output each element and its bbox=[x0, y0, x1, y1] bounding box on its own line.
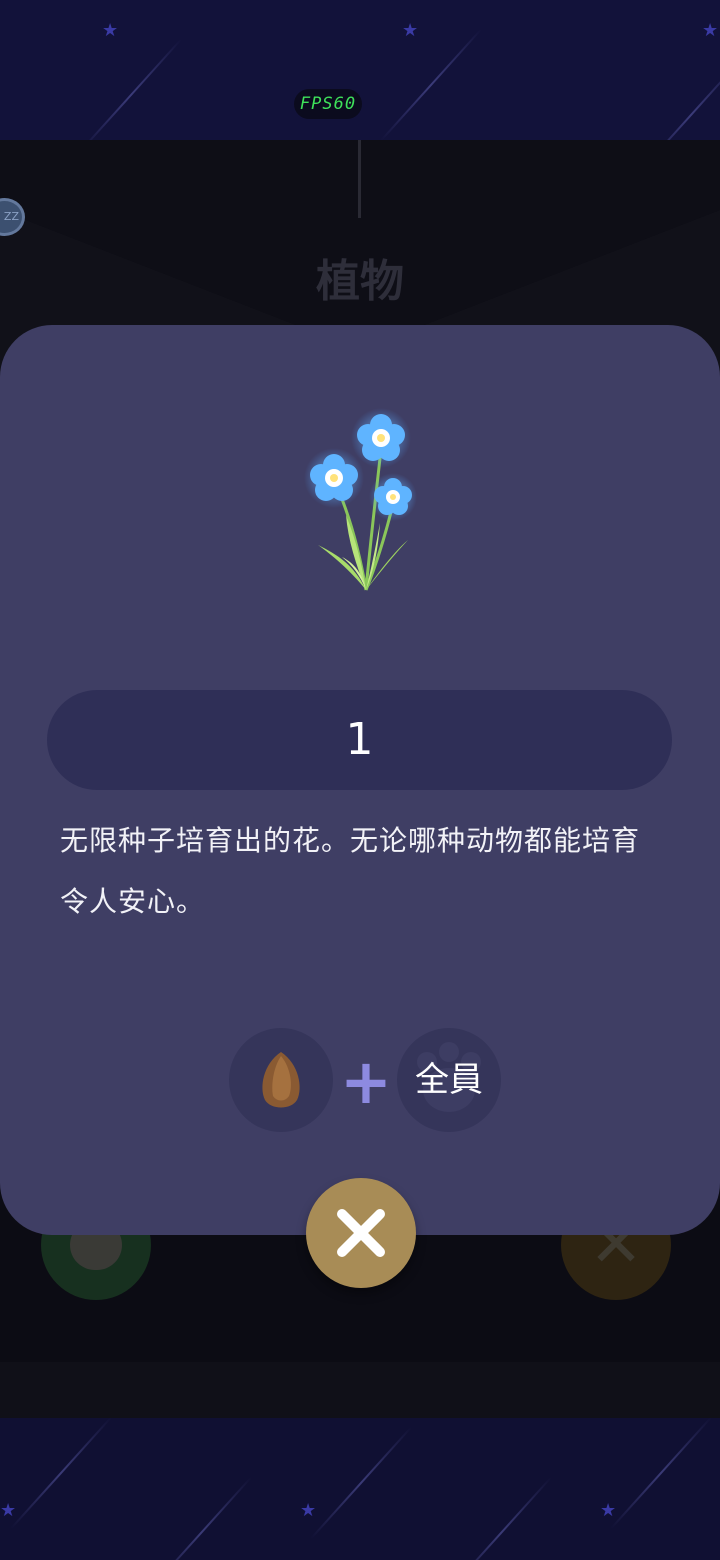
star-icon: ★ bbox=[600, 1500, 617, 1521]
starry-background-bottom: ★ ★ ★ bbox=[0, 1418, 720, 1560]
close-button[interactable] bbox=[306, 1178, 416, 1288]
hanging-line bbox=[358, 140, 361, 218]
starry-background-top: ★ ★ ★ FPS60 bbox=[0, 0, 720, 140]
star-icon: ★ bbox=[402, 20, 419, 41]
plus-icon: + bbox=[340, 1045, 392, 1118]
description-line: 无限种子培育出的花。无论哪种动物都能培育 bbox=[60, 824, 641, 857]
plant-description: 无限种子培育出的花。无论哪种动物都能培育 令人安心。 bbox=[60, 810, 670, 932]
star-icon: ★ bbox=[702, 20, 719, 41]
target-label: 全員 bbox=[415, 1060, 483, 1100]
scene-bottom-band bbox=[0, 1362, 720, 1418]
ingredient-slot bbox=[229, 1028, 333, 1132]
quantity-display: 1 bbox=[47, 690, 672, 790]
seed-icon bbox=[262, 1052, 300, 1108]
close-icon bbox=[337, 1209, 385, 1257]
fps-counter: FPS60 bbox=[294, 89, 362, 119]
blue-flower-icon bbox=[304, 408, 417, 591]
star-icon: ★ bbox=[0, 1500, 17, 1521]
star-icon: ★ bbox=[300, 1500, 317, 1521]
scene-title: 植物 bbox=[316, 256, 404, 307]
game-screen: ★ ★ ★ FPS60 植物 ZZ ✕ ★ ★ ★ 1 无限种子培育出的花。无论… bbox=[0, 0, 720, 1560]
star-icon: ★ bbox=[102, 20, 119, 41]
description-line: 令人安心。 bbox=[60, 885, 206, 918]
